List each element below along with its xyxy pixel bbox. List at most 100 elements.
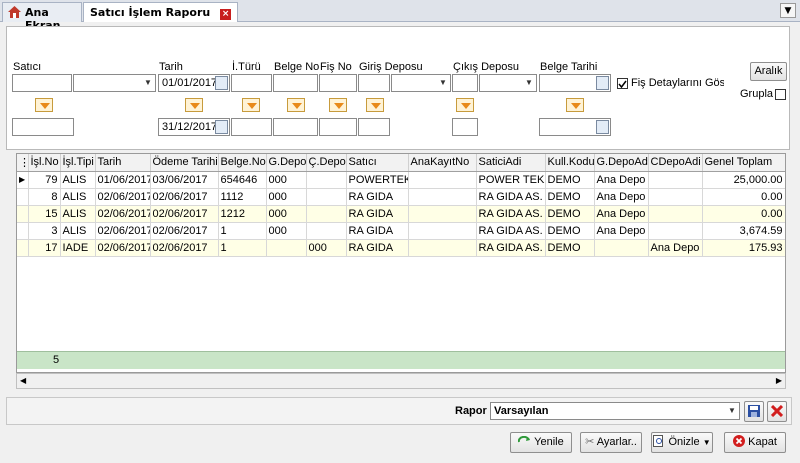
grid-cell[interactable]: 25,000.00 — [702, 171, 785, 189]
grid-cell[interactable]: 1112 — [218, 188, 267, 206]
yenile-button[interactable]: Yenile — [510, 432, 572, 453]
table-row[interactable]: 3 ALIS 02/06/2017 02/06/2017 1 000 RA GIDA RA G… — [17, 222, 785, 240]
grid-cell[interactable]: 000 — [306, 239, 347, 257]
grid-cell[interactable]: ALIS — [60, 222, 96, 240]
cikis-deposu-select[interactable]: ▼ — [479, 74, 537, 92]
ituru-to-input[interactable] — [231, 118, 272, 136]
row-indicator[interactable] — [17, 222, 29, 240]
table-row[interactable]: 17 IADE 02/06/2017 02/06/2017 1 000 RA GIDA RA … — [17, 239, 785, 257]
giris-deposu-to-input[interactable] — [358, 118, 390, 136]
column-header[interactable]: Genel Toplam — [702, 154, 785, 172]
grid-cell[interactable]: 02/06/2017 — [95, 239, 151, 257]
giris-deposu-select[interactable]: ▼ — [391, 74, 451, 92]
belge-tarihi-from-field[interactable] — [539, 74, 611, 92]
grid-cell[interactable] — [306, 222, 347, 240]
row-indicator-icon[interactable]: ▶ — [17, 171, 29, 189]
giris-deposu-code-input[interactable] — [358, 74, 390, 92]
grid-cell[interactable]: 17 — [28, 239, 61, 257]
grid-cell[interactable] — [648, 188, 703, 206]
belge-no-input[interactable] — [273, 74, 318, 92]
grid-cell[interactable]: 1 — [218, 222, 267, 240]
grid-cell[interactable]: Ana Depo — [594, 188, 649, 206]
table-row[interactable]: ▶ 79 ALIS 01/06/2017 03/06/2017 654646 000 POWE… — [17, 171, 785, 189]
ituru-input[interactable] — [231, 74, 272, 92]
table-row[interactable]: 15 ALIS 02/06/2017 02/06/2017 1212 000 RA GIDA… — [17, 205, 785, 223]
grid-cell[interactable] — [648, 171, 703, 189]
grid-cell[interactable]: RA GIDA AS. — [476, 239, 546, 257]
grid-cell[interactable]: DEMO — [545, 205, 595, 223]
column-header[interactable]: AnaKayıtNo — [408, 154, 477, 172]
grid-cell[interactable] — [266, 239, 307, 257]
calendar-icon[interactable] — [596, 120, 609, 134]
grid-cell[interactable]: 02/06/2017 — [150, 188, 219, 206]
grid-cell[interactable]: DEMO — [545, 222, 595, 240]
column-header[interactable]: SaticiAdi — [476, 154, 546, 172]
grid-cell[interactable]: 01/06/2017 — [95, 171, 151, 189]
grid-cell[interactable] — [306, 171, 347, 189]
grid-cell[interactable]: ALIS — [60, 171, 96, 189]
grid-cell[interactable]: 03/06/2017 — [150, 171, 219, 189]
grid-cell[interactable]: 79 — [28, 171, 61, 189]
grid-cell[interactable]: 000 — [266, 205, 307, 223]
grid-cell[interactable]: 02/06/2017 — [95, 222, 151, 240]
grid-cell[interactable] — [306, 188, 347, 206]
row-indicator[interactable] — [17, 239, 29, 257]
table-row[interactable]: 8 ALIS 02/06/2017 02/06/2017 1112 000 RA GIDA R… — [17, 188, 785, 206]
grid-cell[interactable]: 8 — [28, 188, 61, 206]
grid-cell[interactable]: 3 — [28, 222, 61, 240]
column-header[interactable]: Tarih — [95, 154, 151, 172]
satici-to-input[interactable] — [12, 118, 74, 136]
copy-down-icon[interactable] — [185, 98, 203, 112]
tab-ana-ekran[interactable]: Ana Ekran — [2, 2, 82, 32]
column-chooser-icon[interactable]: ⋮ — [17, 154, 29, 172]
grid-cell[interactable]: 000 — [266, 188, 307, 206]
calendar-icon[interactable] — [215, 76, 228, 90]
grid-cell[interactable]: 000 — [266, 171, 307, 189]
grupla-checkbox[interactable] — [775, 89, 786, 100]
grid-cell[interactable]: 3,674.59 — [702, 222, 785, 240]
grid-cell[interactable]: RA GIDA AS. — [476, 222, 546, 240]
column-header[interactable]: Belge.No — [218, 154, 267, 172]
scroll-left-icon[interactable]: ◀ — [20, 376, 26, 385]
tarih-to-field[interactable]: 31/12/2017 — [158, 118, 230, 136]
grid-cell[interactable]: 02/06/2017 — [150, 222, 219, 240]
column-header[interactable]: Ç.Depo — [306, 154, 347, 172]
column-header[interactable]: G.DepoAdi — [594, 154, 649, 172]
close-tab-icon[interactable]: × — [220, 9, 232, 20]
column-header[interactable]: Satıcı — [346, 154, 409, 172]
fis-detay-checkbox[interactable] — [617, 78, 628, 89]
grid-cell[interactable]: RA GIDA — [346, 205, 409, 223]
grid-cell[interactable] — [408, 239, 477, 257]
delete-report-button[interactable] — [767, 401, 787, 422]
tarih-from-field[interactable]: 01/01/2017 — [158, 74, 230, 92]
copy-down-icon[interactable] — [242, 98, 260, 112]
calendar-icon[interactable] — [215, 120, 228, 134]
grid-cell[interactable]: RA GIDA — [346, 222, 409, 240]
grid-cell[interactable]: 000 — [266, 222, 307, 240]
grid-cell[interactable]: 0.00 — [702, 188, 785, 206]
grid-cell[interactable] — [408, 188, 477, 206]
grid-cell[interactable]: Ana Depo — [594, 171, 649, 189]
copy-down-icon[interactable] — [456, 98, 474, 112]
grid-cell[interactable]: 02/06/2017 — [95, 205, 151, 223]
grid-cell[interactable]: 15 — [28, 205, 61, 223]
grid-cell[interactable]: Ana Depo — [594, 205, 649, 223]
row-indicator[interactable] — [17, 188, 29, 206]
column-header[interactable]: İşl.Tipi — [60, 154, 96, 172]
grid-cell[interactable]: 02/06/2017 — [95, 188, 151, 206]
satici-code-input[interactable] — [12, 74, 72, 92]
grid-cell[interactable]: RA GIDA — [346, 239, 409, 257]
cikis-deposu-to-input[interactable] — [452, 118, 478, 136]
fis-no-to-input[interactable] — [319, 118, 357, 136]
grid-cell[interactable]: Ana Depo — [648, 239, 703, 257]
grid-cell[interactable]: DEMO — [545, 239, 595, 257]
grid-cell[interactable]: 0.00 — [702, 205, 785, 223]
grid-cell[interactable] — [408, 222, 477, 240]
column-header[interactable]: Ödeme Tarihi — [150, 154, 219, 172]
grid-cell[interactable]: DEMO — [545, 171, 595, 189]
copy-down-icon[interactable] — [366, 98, 384, 112]
column-header[interactable]: G.Depo — [266, 154, 307, 172]
grid-cell[interactable] — [306, 205, 347, 223]
grid-cell[interactable]: RA GIDA AS. — [476, 205, 546, 223]
grid-cell[interactable] — [408, 171, 477, 189]
